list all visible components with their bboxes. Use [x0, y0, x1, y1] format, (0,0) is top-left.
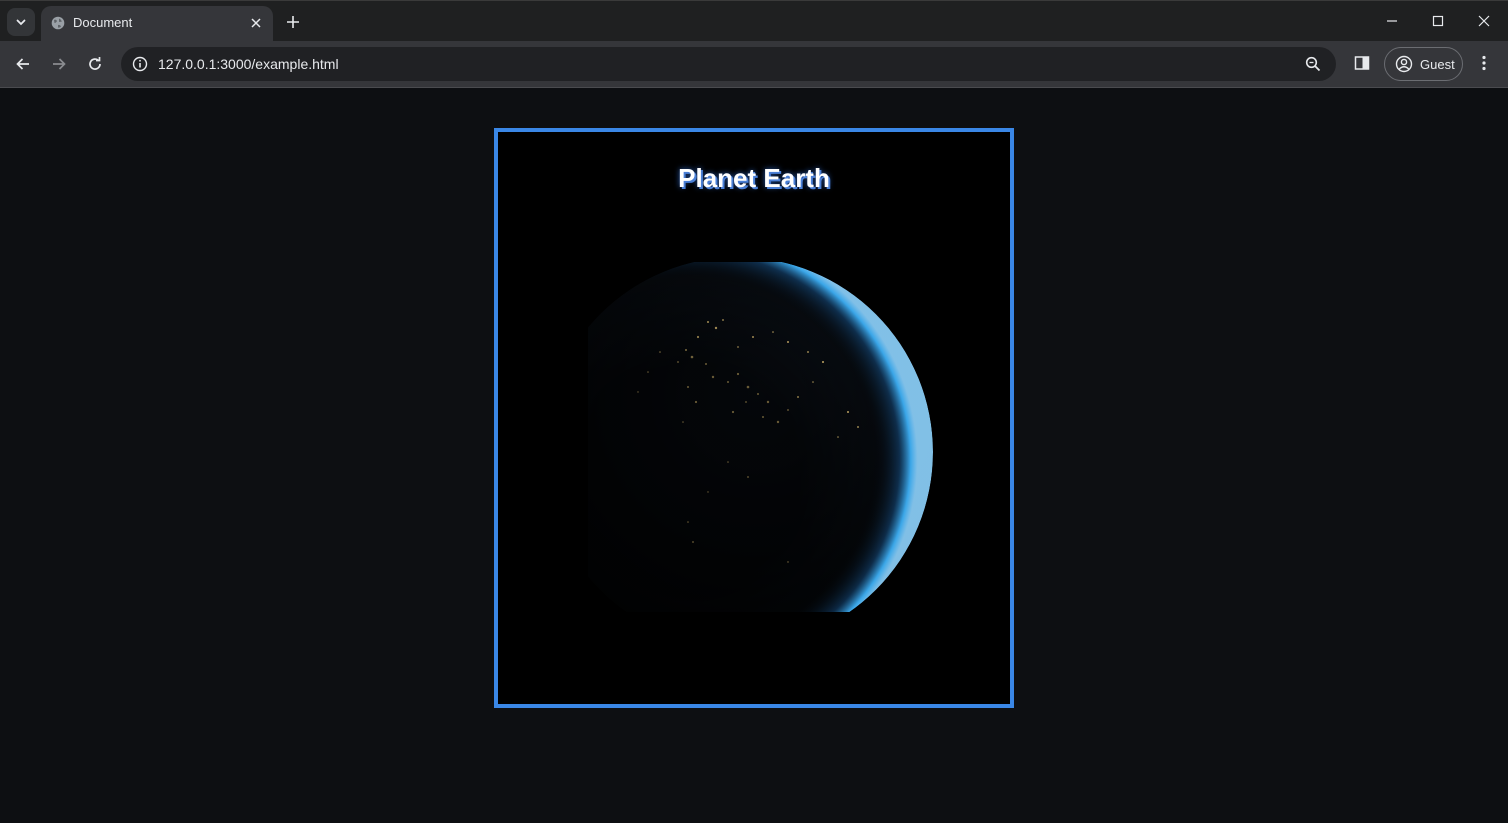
maximize-button[interactable]	[1423, 7, 1453, 35]
forward-button[interactable]	[45, 50, 73, 78]
reload-icon	[89, 57, 101, 70]
earth-card: Planet Earth	[494, 128, 1014, 708]
window-close-button[interactable]	[1469, 7, 1499, 35]
active-tab[interactable]: Document	[41, 6, 273, 42]
browser-toolbar: 127.0.0.1:3000/example.html Guest	[0, 41, 1508, 88]
maximize-icon	[1432, 15, 1444, 27]
profile-icon	[1395, 55, 1413, 73]
plus-icon	[287, 16, 299, 28]
page-viewport: Planet Earth	[0, 88, 1508, 823]
site-info-button[interactable]	[129, 53, 151, 75]
arrow-right-icon	[53, 58, 66, 70]
page-title: Planet Earth	[678, 163, 830, 193]
side-panel-icon	[1354, 56, 1370, 70]
close-icon	[251, 18, 261, 28]
address-bar[interactable]: 127.0.0.1:3000/example.html	[121, 47, 1336, 81]
tab-title: Document	[73, 15, 133, 30]
globe-icon	[51, 16, 65, 30]
new-tab-button[interactable]	[282, 11, 304, 33]
url-text: 127.0.0.1:3000/example.html	[158, 56, 339, 72]
arrow-left-icon	[16, 58, 29, 70]
zoom-icon	[1305, 56, 1321, 72]
tab-search-button[interactable]	[7, 8, 35, 36]
earth-image	[588, 262, 933, 612]
kebab-menu-icon	[1482, 55, 1486, 71]
minimize-button[interactable]	[1377, 7, 1407, 35]
info-icon	[132, 56, 148, 72]
close-icon	[1478, 15, 1490, 27]
browser-menu-button[interactable]	[1472, 51, 1496, 75]
reload-button[interactable]	[81, 50, 109, 78]
side-panel-button[interactable]	[1350, 51, 1374, 75]
zoom-button[interactable]	[1304, 55, 1322, 73]
minimize-icon	[1387, 20, 1397, 22]
profile-label: Guest	[1420, 57, 1455, 72]
back-button[interactable]	[9, 50, 37, 78]
tab-strip: Document	[0, 0, 1508, 42]
chevron-down-icon	[16, 19, 26, 26]
tab-close-button[interactable]	[248, 15, 264, 31]
profile-button[interactable]: Guest	[1384, 47, 1463, 81]
